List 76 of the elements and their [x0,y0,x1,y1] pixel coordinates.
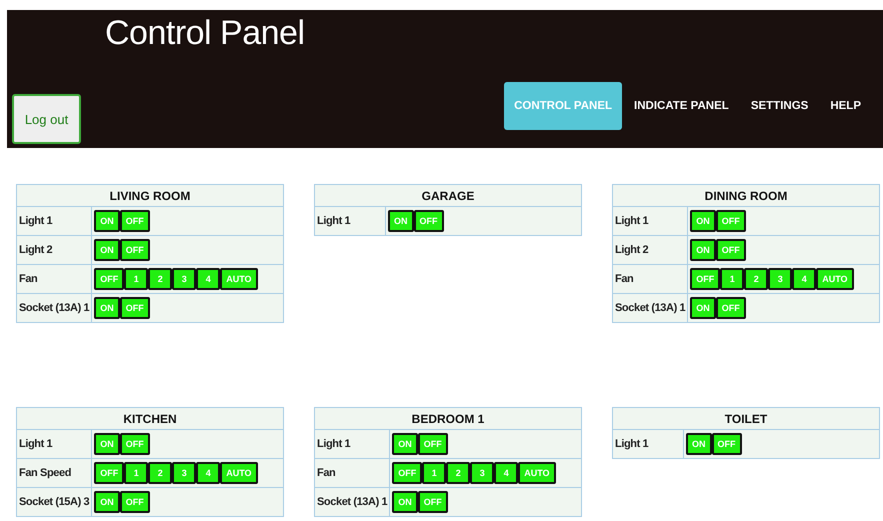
switch-button[interactable]: ON [94,210,120,232]
switch-button[interactable]: ON [686,433,712,455]
device-label: Light 1 [612,206,688,236]
switch-button[interactable]: 3 [470,462,494,484]
switch-button[interactable]: 1 [124,268,148,290]
switch-button[interactable]: 2 [148,462,172,484]
switch-button[interactable]: 4 [792,268,816,290]
device-label: Socket (15A) 3 [16,488,92,516]
switch-button[interactable]: 3 [172,462,196,484]
switch-button[interactable]: ON [94,297,120,319]
switch-button[interactable]: 4 [196,462,220,484]
page-title: Control Panel [105,14,305,53]
switch-button[interactable]: OFF [392,462,422,484]
switch-button[interactable]: AUTO [518,462,556,484]
switch-button[interactable]: OFF [414,210,444,232]
switch-button[interactable]: OFF [716,297,746,319]
switch-button[interactable]: ON [392,491,418,513]
switch-button[interactable]: OFF [418,433,448,455]
switch-button[interactable]: 2 [744,268,768,290]
switch-button[interactable]: OFF [690,268,720,290]
room-title: GARAGE [314,184,582,206]
switch-button[interactable]: ON [690,210,716,232]
device-label: Fan [612,264,688,294]
device-label: Light 1 [314,206,386,236]
room-title: BEDROOM 1 [314,408,582,430]
room-title: TOILET [612,408,880,430]
switch-button[interactable]: OFF [94,462,124,484]
switch-button[interactable]: OFF [120,239,150,261]
switch-button[interactable]: AUTO [816,268,854,290]
device-label: Socket (13A) 1 [314,488,390,516]
switch-button[interactable]: OFF [712,433,742,455]
switch-button[interactable]: ON [94,491,120,513]
switch-button[interactable]: 2 [148,268,172,290]
room-title: LIVING ROOM [16,184,284,206]
switch-button[interactable]: OFF [120,210,150,232]
switch-button[interactable]: OFF [716,210,746,232]
switch-button[interactable]: 3 [172,268,196,290]
switch-button[interactable]: OFF [120,297,150,319]
device-label: Light 1 [612,430,684,458]
device-label: Light 1 [16,430,92,458]
switch-button[interactable]: 1 [422,462,446,484]
device-label: Socket (13A) 1 [612,294,688,322]
device-label: Light 2 [612,236,688,264]
switch-button[interactable]: AUTO [220,268,258,290]
device-label: Fan [314,458,390,488]
switch-button[interactable]: ON [388,210,414,232]
device-label: Fan Speed [16,458,92,488]
switch-button[interactable]: 2 [446,462,470,484]
switch-button[interactable]: 4 [494,462,518,484]
switch-button[interactable]: 1 [124,462,148,484]
device-label: Light 2 [16,236,92,264]
switch-button[interactable]: ON [690,239,716,261]
device-label: Light 1 [16,206,92,236]
switch-button[interactable]: AUTO [220,462,258,484]
switch-button[interactable]: ON [94,433,120,455]
switch-button[interactable]: ON [392,433,418,455]
switch-button[interactable]: 4 [196,268,220,290]
room-title: DINING ROOM [612,184,880,206]
room-title: KITCHEN [16,408,284,430]
device-label: Fan [16,264,92,294]
nav-tab[interactable]: INDICATE PANEL [624,82,739,130]
device-label: Light 1 [314,430,390,458]
nav-tab[interactable]: CONTROL PANEL [504,82,622,130]
switch-button[interactable]: OFF [94,268,124,290]
device-label: Socket (13A) 1 [16,294,92,322]
switch-button[interactable]: 3 [768,268,792,290]
switch-button[interactable]: ON [690,297,716,319]
logout-button[interactable]: Log out [12,94,81,144]
switch-button[interactable]: OFF [716,239,746,261]
switch-button[interactable]: ON [94,239,120,261]
nav-tab[interactable]: SETTINGS [740,82,818,130]
switch-button[interactable]: OFF [418,491,448,513]
switch-button[interactable]: OFF [120,433,150,455]
switch-button[interactable]: OFF [120,491,150,513]
switch-button[interactable]: 1 [720,268,744,290]
nav-tab[interactable]: HELP [820,82,871,130]
